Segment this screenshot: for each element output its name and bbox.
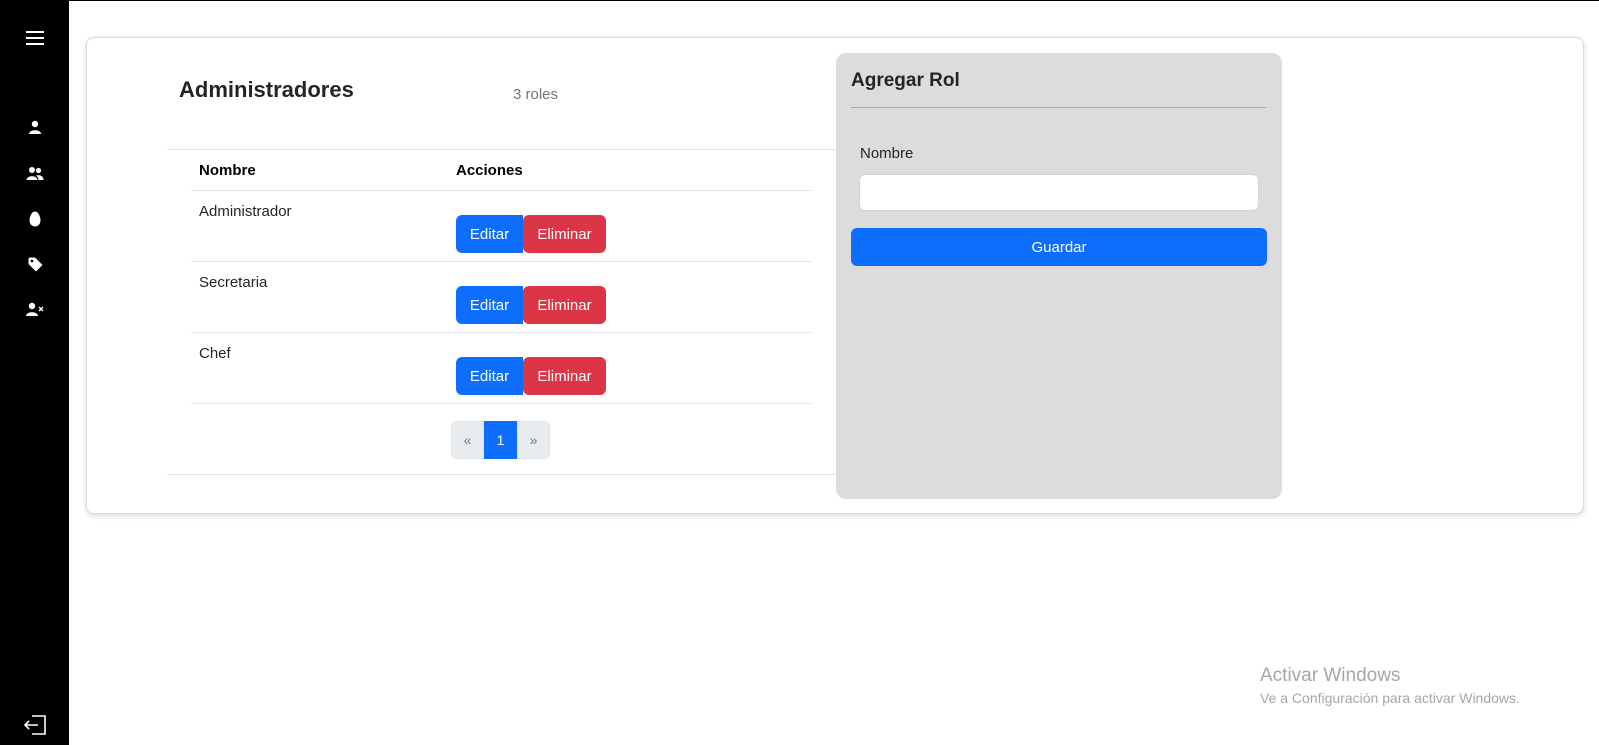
pagination: « 1 »	[451, 421, 550, 459]
sidebar	[0, 0, 69, 745]
egg-icon[interactable]	[22, 206, 48, 232]
user-icon[interactable]	[22, 114, 48, 140]
add-role-panel: Agregar Rol Nombre Guardar	[836, 53, 1282, 499]
table-header-divider	[191, 190, 811, 191]
delete-button[interactable]: Eliminar	[523, 286, 606, 324]
roles-count: 3 roles	[513, 86, 559, 103]
header-divider	[167, 149, 836, 150]
table-row-name: Secretaria	[199, 274, 268, 291]
column-header-nombre: Nombre	[199, 162, 256, 179]
user-x-icon[interactable]	[22, 296, 48, 322]
table-bottom-divider	[167, 474, 836, 475]
users-icon[interactable]	[22, 160, 48, 186]
name-field-label: Nombre	[860, 145, 914, 162]
pagination-next-button[interactable]: »	[517, 421, 550, 459]
top-border	[0, 0, 1599, 1]
pagination-prev-button[interactable]: «	[451, 421, 484, 459]
save-button[interactable]: Guardar	[851, 228, 1267, 266]
activation-watermark-subtitle: Ve a Configuración para activar Windows.	[1260, 690, 1520, 706]
logout-icon[interactable]	[22, 712, 48, 738]
activation-watermark-title: Activar Windows	[1260, 665, 1401, 686]
tag-icon[interactable]	[22, 251, 48, 277]
panel-title: Agregar Rol	[851, 70, 960, 91]
table-row-name: Chef	[199, 345, 231, 362]
delete-button[interactable]: Eliminar	[523, 357, 606, 395]
pagination-page-button[interactable]: 1	[484, 421, 517, 459]
roles-card	[86, 37, 1584, 514]
column-header-acciones: Acciones	[456, 162, 523, 179]
panel-divider	[851, 107, 1266, 108]
edit-button[interactable]: Editar	[456, 357, 523, 395]
row-divider	[191, 261, 811, 262]
name-input[interactable]	[859, 174, 1259, 211]
page-title: Administradores	[179, 77, 354, 102]
delete-button[interactable]: Eliminar	[523, 215, 606, 253]
menu-icon[interactable]	[22, 25, 48, 51]
edit-button[interactable]: Editar	[456, 215, 523, 253]
table-row-name: Administrador	[199, 203, 292, 220]
row-divider	[191, 403, 811, 404]
edit-button[interactable]: Editar	[456, 286, 523, 324]
row-divider	[191, 332, 811, 333]
